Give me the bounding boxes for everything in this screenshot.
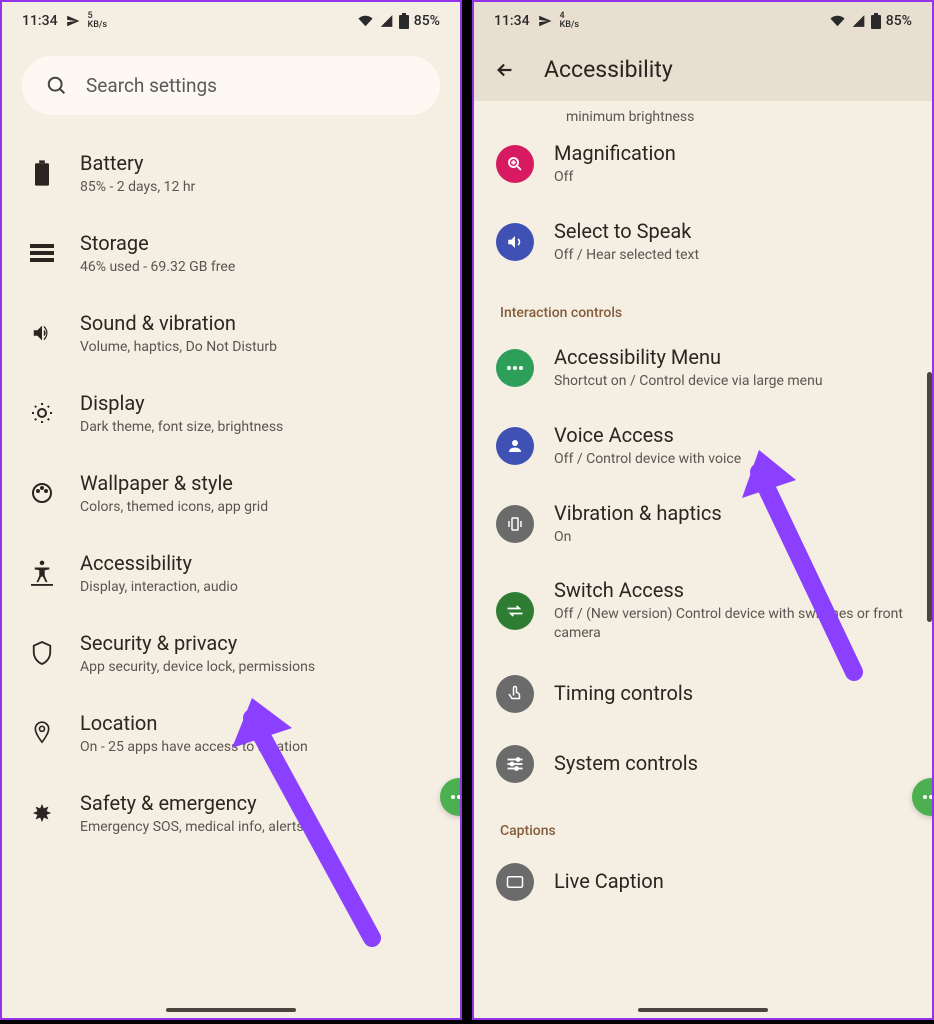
- status-bar: 11:34 5KB/s 85%: [2, 2, 460, 38]
- settings-item-storage[interactable]: Storage46% used - 69.32 GB free: [6, 213, 456, 293]
- battery-pct: 85%: [886, 13, 912, 29]
- access-item-voice-access[interactable]: Voice AccessOff / Control device with vo…: [474, 407, 932, 485]
- status-time: 11:34: [22, 13, 58, 29]
- send-icon: [538, 14, 552, 28]
- wifi-icon: [357, 14, 374, 28]
- volume-icon: [30, 322, 54, 344]
- voice-icon: [496, 427, 534, 465]
- access-item-switch-access[interactable]: Switch AccessOff / (New version) Control…: [474, 562, 932, 659]
- access-item-vibration[interactable]: Vibration & hapticsOn: [474, 485, 932, 563]
- switch-icon: [496, 592, 534, 630]
- app-bar: Accessibility: [474, 38, 932, 101]
- back-icon[interactable]: [494, 59, 516, 81]
- vibration-icon: [496, 505, 534, 543]
- status-bar: 11:34 4KB/s 85%: [474, 2, 932, 38]
- location-icon: [32, 720, 52, 746]
- network-speed: 4KB/s: [560, 12, 580, 30]
- partial-item-sub: minimum brightness: [474, 101, 932, 125]
- settings-screen: 11:34 5KB/s 85% Search settings Battery8…: [0, 0, 462, 1020]
- scroll-indicator[interactable]: [927, 372, 932, 622]
- send-icon: [66, 14, 80, 28]
- touch-icon: [496, 675, 534, 713]
- shield-icon: [31, 640, 53, 666]
- network-speed: 5KB/s: [88, 12, 108, 30]
- access-item-magnification[interactable]: MagnificationOff: [474, 125, 932, 203]
- accessibility-screen: 11:34 4KB/s 85% Accessibility minimum br…: [472, 0, 934, 1020]
- status-time: 11:34: [494, 13, 530, 29]
- signal-icon: [851, 14, 866, 28]
- access-item-accessibility-menu[interactable]: Accessibility MenuShortcut on / Control …: [474, 329, 932, 407]
- nav-handle[interactable]: [638, 1008, 768, 1012]
- emergency-icon: [31, 802, 53, 824]
- battery-icon: [35, 160, 49, 186]
- battery-icon: [399, 13, 409, 29]
- access-item-select-to-speak[interactable]: Select to SpeakOff / Hear selected text: [474, 203, 932, 281]
- battery-pct: 85%: [414, 13, 440, 29]
- menu-dots-icon: [496, 349, 534, 387]
- wifi-icon: [829, 14, 846, 28]
- access-item-system-controls[interactable]: System controls: [474, 729, 932, 799]
- speak-icon: [496, 223, 534, 261]
- settings-item-security[interactable]: Security & privacyApp security, device l…: [6, 613, 456, 693]
- battery-icon: [871, 13, 881, 29]
- settings-item-sound[interactable]: Sound & vibrationVolume, haptics, Do Not…: [6, 293, 456, 373]
- section-interaction: Interaction controls: [474, 281, 932, 329]
- section-captions: Captions: [474, 799, 932, 847]
- access-item-timing[interactable]: Timing controls: [474, 659, 932, 729]
- caption-icon: [496, 863, 534, 901]
- search-icon: [46, 75, 68, 97]
- settings-item-safety[interactable]: Safety & emergencyEmergency SOS, medical…: [6, 773, 456, 853]
- settings-item-accessibility[interactable]: AccessibilityDisplay, interaction, audio: [6, 533, 456, 613]
- search-settings[interactable]: Search settings: [22, 56, 440, 115]
- storage-icon: [30, 244, 54, 262]
- settings-item-display[interactable]: DisplayDark theme, font size, brightness: [6, 373, 456, 453]
- accessibility-icon: [31, 560, 53, 586]
- access-item-live-caption[interactable]: Live Caption: [474, 847, 932, 917]
- nav-handle[interactable]: [166, 1008, 296, 1012]
- brightness-icon: [30, 401, 54, 425]
- settings-item-wallpaper[interactable]: Wallpaper & styleColors, themed icons, a…: [6, 453, 456, 533]
- signal-icon: [379, 14, 394, 28]
- page-title: Accessibility: [544, 56, 673, 83]
- search-placeholder: Search settings: [86, 74, 217, 97]
- settings-item-battery[interactable]: Battery85% - 2 days, 12 hr: [6, 133, 456, 213]
- settings-item-location[interactable]: LocationOn - 25 apps have access to loca…: [6, 693, 456, 773]
- magnify-icon: [496, 145, 534, 183]
- tune-icon: [496, 745, 534, 783]
- palette-icon: [30, 481, 54, 505]
